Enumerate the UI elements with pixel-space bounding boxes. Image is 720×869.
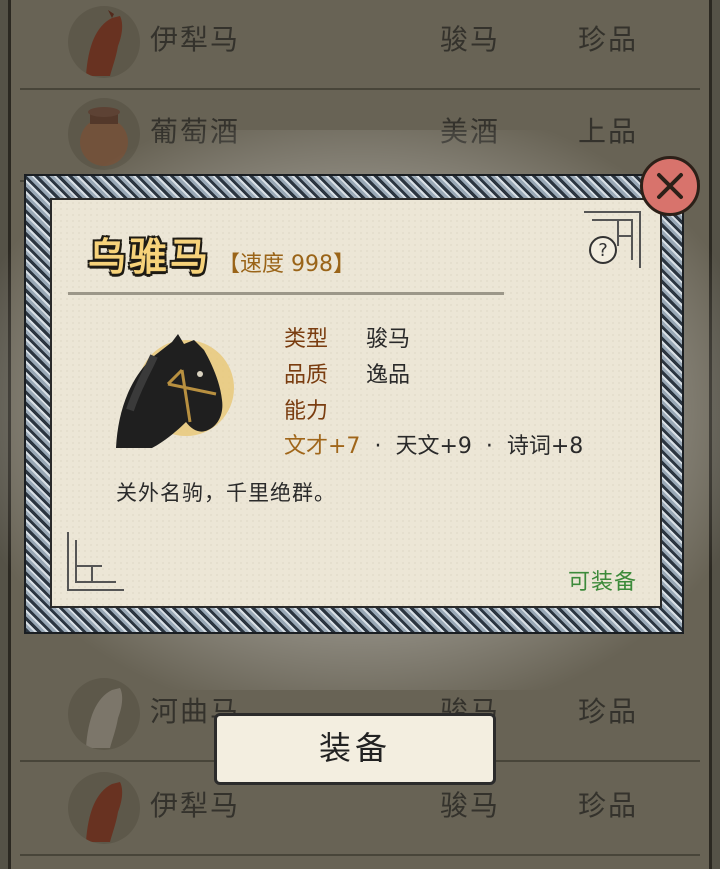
- attribute-labels: 类型 品质 能力: [284, 322, 328, 430]
- title-divider: [68, 292, 504, 295]
- attribute-values: 骏马 逸品: [366, 322, 410, 394]
- equip-button[interactable]: 装备: [214, 713, 496, 785]
- value-type: 骏马: [366, 327, 411, 352]
- equip-status: 可装备: [568, 570, 638, 595]
- bonus-item: 天文+9: [395, 434, 472, 459]
- bonus-separator: ·: [374, 434, 382, 459]
- item-description: 关外名驹，千里绝群。: [116, 481, 336, 505]
- bonus-item: 文才+7: [284, 434, 361, 459]
- corner-ornament: [584, 211, 641, 268]
- bonus-item: 诗词+8: [506, 434, 584, 459]
- label-type: 类型: [284, 327, 329, 352]
- label-ability: 能力: [284, 399, 329, 424]
- item-title: 乌骓马: [88, 235, 212, 279]
- close-button[interactable]: [640, 156, 700, 216]
- label-quality: 品质: [284, 363, 329, 388]
- ability-bonuses: 文才+7 · 天文+9 · 诗词+8: [284, 428, 583, 460]
- value-quality: 逸品: [366, 363, 411, 388]
- close-icon: [657, 173, 683, 199]
- bonus-separator: ·: [485, 434, 493, 459]
- horse-portrait: [116, 334, 234, 448]
- help-icon[interactable]: ?: [589, 236, 617, 264]
- speed-stat: 【速度 998】: [218, 252, 355, 277]
- corner-ornament: [67, 532, 124, 591]
